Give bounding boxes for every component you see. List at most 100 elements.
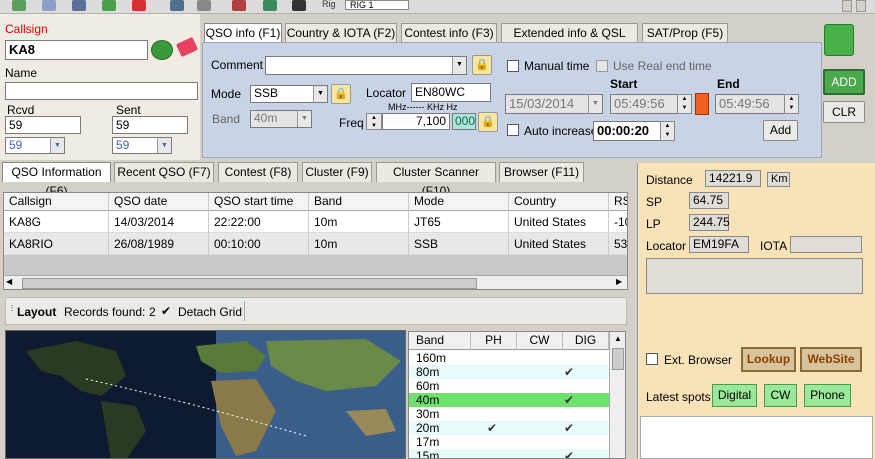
grid-header-start-time[interactable]: QSO start time <box>209 193 309 211</box>
website-button[interactable]: WebSite <box>800 347 862 372</box>
band-row[interactable]: 20m ✔ ✔ <box>409 421 609 435</box>
chevron-left-icon[interactable]: ◀ <box>6 277 12 286</box>
freq-input[interactable]: 7,100 <box>382 113 450 130</box>
freq-hz-input[interactable]: 000 <box>452 113 476 130</box>
clear-button[interactable]: CLR <box>823 101 865 123</box>
chevron-down-icon[interactable]: ▼ <box>50 138 64 153</box>
tab-contest-info[interactable]: Contest info (F3) <box>401 23 497 43</box>
band-row[interactable]: 15m ✔ <box>409 449 609 458</box>
cell-date: 14/03/2014 <box>109 211 209 233</box>
band-table[interactable]: Band PH CW DIG 160m 80m ✔ 60m 40m ✔ 30m 20m ✔ ✔ 17… <box>408 331 626 459</box>
search-icon[interactable] <box>72 0 86 11</box>
lock-icon[interactable]: 🔒 <box>472 55 492 75</box>
world-map[interactable] <box>5 330 406 459</box>
sent-input[interactable]: 59 <box>112 116 188 134</box>
mode-select[interactable]: SSB ▼ <box>250 85 328 103</box>
chevron-right-icon[interactable]: ▶ <box>616 277 622 286</box>
chevron-down-icon[interactable]: ▼ <box>313 86 327 102</box>
spots-list[interactable] <box>640 416 873 459</box>
sent-label: Sent <box>116 103 141 117</box>
date-select[interactable]: 15/03/2014 ▼ <box>505 94 603 114</box>
grid-empty-area <box>4 255 627 275</box>
tab-country-iota[interactable]: Country & IOTA (F2) <box>285 23 397 43</box>
tab-extended-info[interactable]: Extended info & QSL (F4) <box>501 23 638 59</box>
ext-browser-checkbox[interactable] <box>646 353 658 365</box>
scrollbar-thumb[interactable] <box>612 348 624 370</box>
rcvd-input[interactable]: 59 <box>5 116 81 134</box>
band-row[interactable]: 17m <box>409 435 609 449</box>
chevron-up-icon[interactable]: ▲ <box>614 334 622 343</box>
spots-digital-button[interactable]: Digital <box>712 384 757 407</box>
spots-cw-button[interactable]: CW <box>764 384 797 407</box>
band-row[interactable]: 160m <box>409 351 609 365</box>
table-row[interactable]: KA8G 14/03/2014 22:22:00 10m JT65 United… <box>4 211 627 233</box>
comment-input[interactable]: ▼ <box>265 56 467 75</box>
chevron-down-icon[interactable]: ▼ <box>297 111 311 127</box>
freq-stepper[interactable]: ▲ ▼ <box>366 113 382 130</box>
band-select[interactable]: 40m ▼ <box>250 110 312 128</box>
tab-contest[interactable]: Contest (F8) <box>218 162 298 182</box>
tab-sat-prop[interactable]: SAT/Prop (F5) <box>642 23 728 43</box>
horizontal-scrollbar[interactable]: ◀ ▶ <box>4 275 627 289</box>
save-icon[interactable] <box>232 0 246 11</box>
chevron-down-icon[interactable]: ▼ <box>588 95 602 113</box>
satellite-icon[interactable] <box>292 0 306 11</box>
book-icon[interactable] <box>102 0 116 11</box>
lookup-button[interactable]: Lookup <box>741 347 796 372</box>
globe-icon[interactable] <box>42 0 56 11</box>
grid-header-country[interactable]: Country <box>509 193 609 211</box>
end-time-stepper[interactable]: ▲ ▼ <box>784 94 799 114</box>
locator-input[interactable]: EN80WC <box>411 83 491 102</box>
auto-increase-stepper[interactable]: ▲ ▼ <box>660 121 675 141</box>
table-row[interactable]: KA8RIO 26/08/1989 00:10:00 10m SSB Unite… <box>4 233 627 255</box>
vertical-scrollbar[interactable]: ▲ <box>609 332 625 458</box>
start-time-stepper[interactable]: ▲ ▼ <box>677 94 692 114</box>
maximize-button[interactable] <box>856 0 866 12</box>
gear-icon[interactable] <box>170 0 184 11</box>
cell-mode: SSB <box>409 233 509 255</box>
chevron-down-icon[interactable]: ▼ <box>157 138 171 153</box>
lock-icon[interactable]: 🔒 <box>478 112 498 132</box>
database-icon[interactable] <box>824 24 854 56</box>
tab-qso-info[interactable]: QSO info (F1) <box>204 23 282 43</box>
bookmark-icon[interactable] <box>132 0 146 11</box>
grid-header-qso-date[interactable]: QSO date <box>109 193 209 211</box>
add-small-button[interactable]: Add <box>763 120 798 141</box>
tab-browser[interactable]: Browser (F11) <box>499 162 584 182</box>
band-row[interactable]: 40m ✔ <box>409 393 609 407</box>
minimize-button[interactable] <box>842 0 852 12</box>
grid-header-rs[interactable]: RS <box>609 193 627 211</box>
scrollbar-thumb[interactable] <box>22 278 477 289</box>
rig-select[interactable]: RIG 1 <box>345 0 409 10</box>
band-row[interactable]: 80m ✔ <box>409 365 609 379</box>
distance-unit[interactable]: Km <box>767 172 790 187</box>
rcvd-select[interactable]: 59 ▼ <box>5 137 65 154</box>
wifi-icon[interactable] <box>12 0 26 11</box>
grid-header-mode[interactable]: Mode <box>409 193 509 211</box>
grid-header-callsign[interactable]: Callsign <box>4 193 109 211</box>
use-real-end-checkbox[interactable] <box>596 60 608 72</box>
tab-cluster[interactable]: Cluster (F9) <box>302 162 372 182</box>
qso-grid[interactable]: Callsign QSO date QSO start time Band Mo… <box>3 192 628 290</box>
band-row[interactable]: 60m <box>409 379 609 393</box>
auto-increase-checkbox[interactable] <box>507 124 519 136</box>
refresh-icon[interactable] <box>151 40 173 60</box>
manual-time-checkbox[interactable] <box>507 60 519 72</box>
layout-label[interactable]: Layout <box>17 305 56 319</box>
now-button[interactable] <box>695 93 709 115</box>
add-button[interactable]: ADD <box>823 69 865 95</box>
sent-select[interactable]: 59 ▼ <box>112 137 172 154</box>
grid-header-band[interactable]: Band <box>309 193 409 211</box>
chevron-down-icon[interactable]: ▼ <box>452 57 466 74</box>
name-input[interactable] <box>5 82 198 100</box>
tab-recent-qso[interactable]: Recent QSO (F7) <box>114 162 214 182</box>
spots-phone-button[interactable]: Phone <box>804 384 851 407</box>
detach-grid-button[interactable]: Detach Grid <box>178 305 242 319</box>
world-icon[interactable] <box>263 0 277 11</box>
tab-cluster-scanner[interactable]: Cluster Scanner (F10) <box>376 162 496 198</box>
transfer-icon[interactable] <box>197 0 211 11</box>
callsign-input[interactable]: KA8 <box>5 40 148 60</box>
lock-icon[interactable]: 🔒 <box>331 84 351 104</box>
band-row[interactable]: 30m <box>409 407 609 421</box>
tab-qso-information[interactable]: QSO Information (F6) <box>2 162 111 198</box>
